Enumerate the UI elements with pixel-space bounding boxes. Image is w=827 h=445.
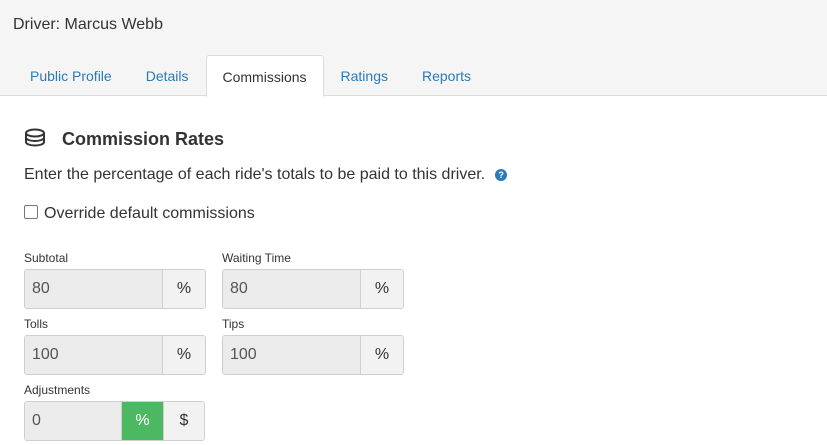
tab-details[interactable]: Details (129, 55, 206, 96)
subtotal-unit: % (163, 270, 205, 308)
override-checkbox[interactable] (24, 205, 38, 219)
dollar-toggle-button[interactable]: $ (164, 402, 204, 440)
waiting-time-field: Waiting Time 80 % (222, 251, 404, 309)
waiting-time-label: Waiting Time (222, 251, 291, 265)
tolls-input-group: 100 % (24, 335, 206, 375)
adjustments-label: Adjustments (24, 383, 91, 397)
waiting-time-input[interactable]: 80 (223, 270, 361, 308)
tab-ratings[interactable]: Ratings (324, 55, 405, 96)
adjustments-input-group: 0 % $ (24, 401, 205, 441)
tips-unit: % (361, 336, 403, 374)
percent-toggle-button[interactable]: % (122, 402, 164, 440)
override-label: Override default commissions (44, 205, 255, 222)
subtotal-input-group: 80 % (24, 269, 206, 309)
coins-icon (25, 128, 45, 147)
tips-input-group: 100 % (222, 335, 404, 375)
tab-commissions[interactable]: Commissions (205, 55, 324, 97)
adjustments-input[interactable]: 0 (25, 402, 122, 440)
section-header: Commission Rates (24, 128, 224, 150)
tips-label: Tips (222, 317, 245, 331)
tips-field: Tips 100 % (222, 317, 404, 375)
tolls-field: Tolls 100 % (24, 317, 206, 375)
subtotal-field: Subtotal 80 % (24, 251, 206, 309)
override-row: Override default commissions (24, 205, 255, 223)
tolls-input[interactable]: 100 (25, 336, 163, 374)
tips-input[interactable]: 100 (223, 336, 361, 374)
description-text: Enter the percentage of each ride's tota… (24, 166, 486, 183)
tolls-unit: % (163, 336, 205, 374)
help-icon[interactable]: ? (495, 169, 508, 181)
waiting-time-input-group: 80 % (222, 269, 404, 309)
section-title: Commission Rates (62, 128, 225, 149)
driver-title: Driver: Marcus Webb (13, 16, 163, 33)
tab-bar: Public Profile Details Commissions Ratin… (13, 55, 488, 97)
subtotal-label: Subtotal (24, 251, 69, 265)
section-description: Enter the percentage of each ride's tota… (24, 166, 508, 184)
tab-reports[interactable]: Reports (405, 55, 488, 96)
tab-public-profile[interactable]: Public Profile (13, 55, 129, 96)
tolls-label: Tolls (24, 317, 49, 331)
page-header: Driver: Marcus Webb Public Profile Detai… (0, 0, 827, 97)
adjustments-field: Adjustments 0 % $ (24, 383, 205, 441)
waiting-time-unit: % (361, 270, 403, 308)
subtotal-input[interactable]: 80 (25, 270, 163, 308)
